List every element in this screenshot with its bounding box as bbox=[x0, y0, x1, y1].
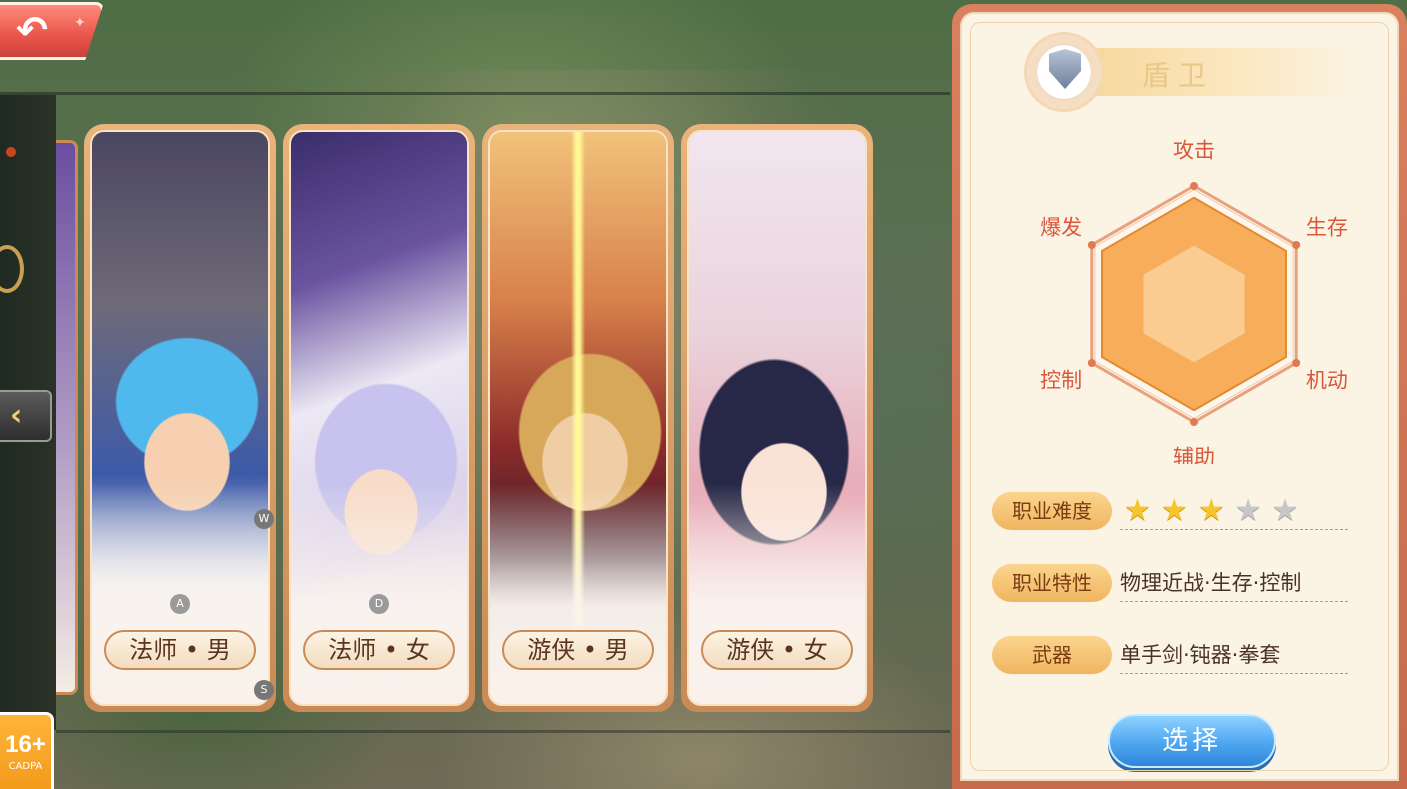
weapon-row: 武器 单手剑·钝器·拳套 bbox=[992, 636, 1352, 676]
gem-icon bbox=[6, 147, 16, 157]
carousel-bottom-border bbox=[56, 730, 950, 733]
star-empty-icon: ★ bbox=[1234, 493, 1262, 528]
radar-vertex bbox=[1190, 418, 1198, 426]
radar-vertex bbox=[1292, 241, 1301, 249]
difficulty-row: 职业难度 ★ ★ ★ ★ ★ bbox=[992, 492, 1352, 532]
character-card-ranger-male[interactable]: 游侠 • 男 bbox=[482, 124, 674, 712]
sparkle-icon: ✦ bbox=[74, 15, 86, 31]
rating-org: CADPA bbox=[8, 761, 43, 772]
character-card-label: 法师 • 女 bbox=[303, 630, 455, 670]
shield-icon bbox=[1024, 32, 1104, 112]
radar-vertex bbox=[1087, 241, 1096, 249]
class-info-panel: 盾卫 攻击生存机动辅助 控制 爆发 职业难度 ★ ★ ★ ★ ★ 职业特性 物理近战·生存·… bbox=[952, 4, 1407, 789]
radar-axis-label: 辅助 bbox=[1173, 445, 1215, 464]
radar-axis-label: 控制 bbox=[1040, 369, 1082, 393]
character-card-label: 法师 • 男 bbox=[104, 630, 256, 670]
select-button[interactable]: 选择 bbox=[1108, 714, 1276, 768]
chevron-left-icon: ‹ bbox=[10, 398, 23, 433]
radar-vertex bbox=[1190, 182, 1198, 190]
attribute-radar-chart: 攻击生存机动辅助 控制 爆发 bbox=[962, 114, 1399, 470]
orb-ornament bbox=[0, 245, 24, 293]
key-hint-w: W bbox=[254, 509, 274, 529]
traits-value: 物理近战·生存·控制 bbox=[1120, 568, 1348, 602]
radar-axis-label: 机动 bbox=[1306, 369, 1348, 393]
star-filled-icon: ★ bbox=[1160, 493, 1188, 528]
radar-vertex bbox=[1087, 359, 1096, 367]
character-card-mage-female[interactable]: D 法师 • 女 bbox=[283, 124, 475, 712]
class-title-bar bbox=[1082, 48, 1362, 96]
weapon-value: 单手剑·钝器·拳套 bbox=[1120, 640, 1348, 674]
difficulty-stars: ★ ★ ★ ★ ★ bbox=[1124, 494, 1299, 528]
character-card-mage-male[interactable]: A 法师 • 男 bbox=[84, 124, 276, 712]
traits-label: 职业特性 bbox=[992, 564, 1112, 602]
radar-vertex bbox=[1292, 359, 1301, 367]
star-filled-icon: ★ bbox=[1197, 493, 1225, 528]
partial-character-card[interactable] bbox=[56, 140, 78, 695]
age-rating: 16+ bbox=[5, 731, 46, 758]
weapon-label: 武器 bbox=[992, 636, 1112, 674]
class-name: 盾卫 bbox=[1142, 59, 1215, 92]
character-card-ranger-female[interactable]: 游侠 • 女 bbox=[681, 124, 873, 712]
key-hint-badge: A bbox=[170, 594, 190, 614]
radar-svg: 攻击生存机动辅助 控制 爆发 bbox=[1040, 139, 1348, 470]
star-empty-icon: ★ bbox=[1271, 493, 1299, 528]
key-hint-badge: D bbox=[369, 594, 389, 614]
traits-row: 职业特性 物理近战·生存·控制 bbox=[992, 564, 1352, 604]
character-card-label: 游侠 • 男 bbox=[502, 630, 654, 670]
character-card-label: 游侠 • 女 bbox=[701, 630, 853, 670]
radar-axis-label: 攻击 bbox=[1173, 139, 1215, 163]
radar-axis-label: 生存 bbox=[1306, 215, 1348, 239]
carousel-top-border bbox=[0, 92, 950, 95]
carousel-prev-button[interactable]: ‹ bbox=[0, 390, 52, 442]
radar-axis-label: 爆发 bbox=[1040, 215, 1082, 239]
key-hint-s: S bbox=[254, 680, 274, 700]
difficulty-label: 职业难度 bbox=[992, 492, 1112, 530]
age-rating-badge: 16+ CADPA bbox=[0, 712, 54, 789]
back-arrow-icon: ↶ bbox=[16, 8, 48, 52]
star-filled-icon: ★ bbox=[1124, 493, 1151, 528]
